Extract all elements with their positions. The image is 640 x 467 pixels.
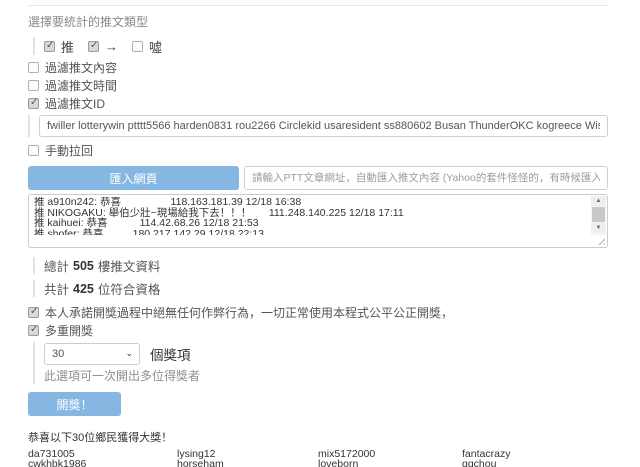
winner-column-4: fantacrazy ggchou qwerty5117 kira7744 ad…	[462, 449, 608, 467]
filter-id-checkbox[interactable]	[28, 97, 39, 109]
winner-column-2: lysing12 horseham mickeys86125 House23 R…	[177, 449, 318, 467]
filter-content-option[interactable]: 過濾推文內容	[28, 58, 608, 76]
winner-column-3: mix5172000 loveborn zopm100 harrybbs che…	[318, 449, 462, 467]
resize-grip-icon[interactable]	[596, 236, 605, 245]
results-section: 恭喜以下30位鄉民獲得大獎！ da731005 cwkhbk1986 weili…	[28, 429, 608, 467]
winner-name: da731005	[28, 449, 75, 460]
filter-id-option[interactable]: 過濾推文ID	[28, 94, 608, 112]
chevron-down-icon: ⌄	[125, 348, 133, 358]
id-filter-input[interactable]	[39, 115, 608, 137]
article-url-input[interactable]	[244, 166, 608, 190]
scroll-up-icon[interactable]: ▲	[591, 196, 606, 206]
push-content-textarea[interactable]: 推 a910n242: 恭喜 118.163.181.39 12/18 16:3…	[28, 194, 608, 248]
import-webpage-button[interactable]: 匯入網頁	[28, 166, 239, 190]
filter-time-checkbox[interactable]	[28, 79, 39, 91]
arrow-checkbox[interactable]	[88, 40, 100, 52]
winner-name: fantacrazy	[462, 449, 511, 460]
boo-checkbox[interactable]	[132, 40, 144, 52]
push-type-section-title: 選擇要統計的推文類型	[28, 15, 149, 29]
scrollbar-thumb[interactable]	[592, 207, 605, 222]
manual-checkbox[interactable]	[28, 144, 39, 156]
filter-time-option[interactable]: 過濾推文時間	[28, 76, 608, 94]
qualified-count: 425	[73, 281, 94, 296]
winner-name: horseham	[177, 459, 224, 467]
lottery-tool-page: 選擇要統計的推文類型 推 → 噓 過濾推文內容 過濾推文時間 過濾推文ID	[0, 0, 640, 467]
push-type-option-arrow[interactable]: →	[88, 39, 118, 54]
push-checkbox[interactable]	[44, 40, 55, 52]
top-divider	[28, 5, 608, 6]
promise-checkbox[interactable]	[28, 306, 39, 318]
winner-name: mix5172000	[318, 449, 376, 460]
qualified-stat: 共計 425 位符合資格	[33, 280, 608, 297]
promise-option[interactable]: 本人承諾開獎過程中絕無任何作弊行為，一切正常使用本程式公平公正開獎，	[28, 303, 608, 321]
push-type-options: 推 → 噓	[33, 37, 608, 55]
textarea-scrollbar[interactable]: ▲ ▼	[591, 196, 606, 235]
winner-name: cwkhbk1986	[28, 459, 87, 467]
scroll-down-icon[interactable]: ▼	[591, 223, 606, 233]
winner-column-1: da731005 cwkhbk1986 weili1019 c120045988…	[28, 449, 177, 467]
stats-section: 總計 505 樓推文資料 共計 425 位符合資格	[28, 257, 608, 297]
push-type-option-boo[interactable]: 噓	[132, 37, 162, 56]
prize-count-wrap: 30 ⌄ 個獎項 此選項可一次開出多位得獎者	[33, 342, 608, 384]
draw-button[interactable]: 開獎！	[28, 392, 121, 416]
results-title: 恭喜以下30位鄉民獲得大獎！	[28, 432, 173, 444]
import-row: 匯入網頁	[28, 166, 608, 190]
manual-option[interactable]: 手動拉回	[28, 141, 608, 159]
winner-list: da731005 cwkhbk1986 weili1019 c120045988…	[28, 449, 608, 467]
filter-content-checkbox[interactable]	[28, 61, 39, 73]
push-content-lines: 推 a910n242: 恭喜 118.163.181.39 12/18 16:3…	[34, 197, 404, 235]
multi-draw-option[interactable]: 多重開獎	[28, 321, 608, 339]
push-type-option-push[interactable]: 推	[44, 37, 74, 56]
multi-draw-checkbox[interactable]	[28, 324, 39, 336]
total-push-stat: 總計 505 樓推文資料	[33, 257, 608, 274]
winner-name: ggchou	[462, 459, 497, 467]
winner-name: lysing12	[177, 449, 216, 460]
id-filter-wrap	[28, 115, 608, 137]
multi-draw-hint: 此選項可一次開出多位得獎者	[44, 368, 201, 383]
prize-count-select[interactable]: 30 ⌄	[44, 343, 140, 365]
prize-suffix-label: 個獎項	[150, 348, 191, 363]
total-push-count: 505	[73, 258, 94, 273]
winner-name: loveborn	[318, 459, 359, 467]
